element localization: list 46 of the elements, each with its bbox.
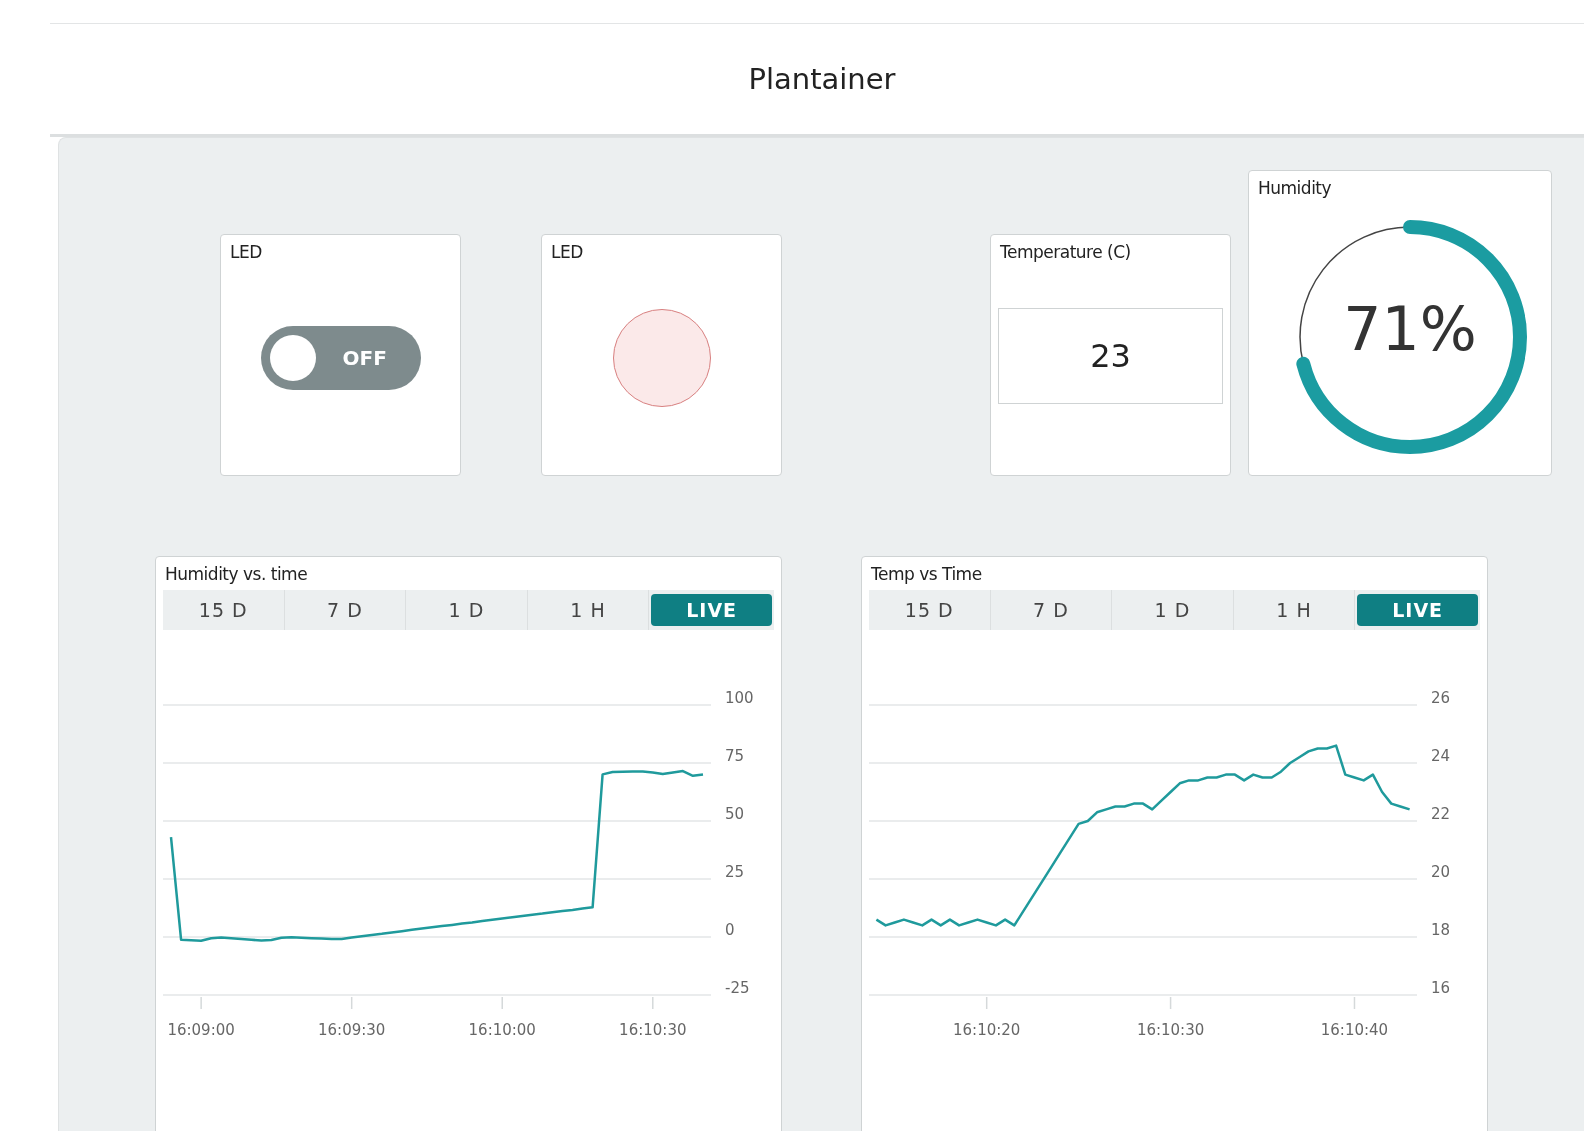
axis-label: 22 xyxy=(1431,805,1451,823)
widget-title: LED xyxy=(550,241,584,262)
axis-label: 16 xyxy=(1431,979,1451,997)
toggle-switch[interactable]: OFF xyxy=(260,325,421,390)
dashboard-title: Plantainer xyxy=(748,62,896,96)
widget-title: LED xyxy=(229,241,263,262)
chart-title: Humidity vs. time xyxy=(164,563,309,584)
tick-mark xyxy=(985,996,988,1010)
axis-label: 20 xyxy=(1431,863,1451,881)
range-tab[interactable]: 1 H xyxy=(527,590,650,630)
tick-mark xyxy=(652,996,654,1010)
axis-label: -25 xyxy=(725,979,750,997)
tick-mark xyxy=(501,996,503,1010)
tick-mark xyxy=(1169,996,1172,1010)
tick-mark xyxy=(350,996,353,1010)
range-tab[interactable]: 7 D xyxy=(284,590,407,630)
tick-mark xyxy=(200,996,202,1010)
widget-title: Temperature (C) xyxy=(999,241,1132,262)
axis-label: 24 xyxy=(1431,747,1451,765)
widget-title: Humidity xyxy=(1257,177,1333,198)
axis-label: 25 xyxy=(725,863,745,881)
axis-label: 16:09:00 xyxy=(167,1021,235,1039)
range-tab[interactable]: 1 D xyxy=(406,590,528,630)
axis-label: 26 xyxy=(1431,689,1451,707)
axis-label: 16:10:20 xyxy=(953,1021,1021,1039)
value-display: 23 xyxy=(998,308,1223,404)
range-tab[interactable]: LIVE xyxy=(651,594,772,626)
axis-label: 16:10:30 xyxy=(1136,1021,1205,1039)
range-tab[interactable]: 15 D xyxy=(869,590,991,630)
range-tab[interactable]: LIVE xyxy=(1357,594,1478,626)
axis-label: 75 xyxy=(725,747,745,765)
gauge-value: 71% xyxy=(1342,294,1478,364)
range-tab[interactable]: 15 D xyxy=(163,590,285,630)
chart-title: Temp vs Time xyxy=(870,563,983,584)
range-tab[interactable]: 1 D xyxy=(1112,590,1234,630)
axis-label: 100 xyxy=(725,689,754,707)
range-tab[interactable]: 1 H xyxy=(1233,590,1356,630)
axis-label: 16:09:30 xyxy=(318,1021,386,1039)
axis-label: 16:10:00 xyxy=(468,1021,536,1039)
tick-mark xyxy=(1353,996,1356,1010)
axis-label: 50 xyxy=(725,805,745,823)
axis-label: 16:10:30 xyxy=(619,1021,687,1039)
axis-label: 0 xyxy=(725,921,735,939)
axis-label: 16:10:40 xyxy=(1320,1021,1389,1039)
range-tab[interactable]: 7 D xyxy=(990,590,1113,630)
axis-label: 18 xyxy=(1431,921,1451,939)
